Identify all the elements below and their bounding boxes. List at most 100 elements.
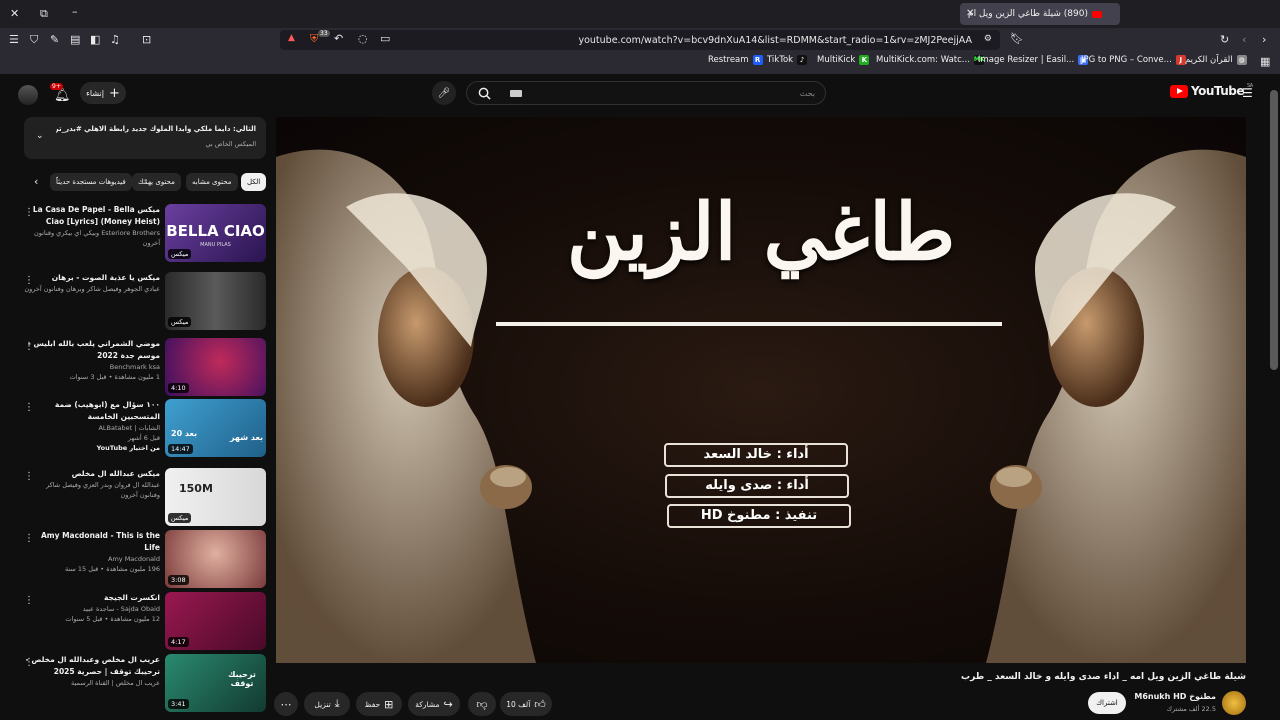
more-horizontal-icon: ⋯ (280, 697, 292, 711)
create-button[interactable]: إنشاء + (80, 82, 126, 104)
keyboard-icon[interactable] (510, 90, 522, 97)
bookmark-label: Restream (708, 55, 749, 65)
item-channel: الشابات | ALBatabet (98, 424, 160, 432)
item-title: انكسرت الجيجة (103, 593, 160, 602)
playlist-item[interactable]: ميكس ⋮ ميكس يا عذبة الصوت - برهان عبادي … (24, 272, 266, 332)
close-window-icon[interactable]: ✕ (10, 8, 19, 19)
item-channel: Benchmark ksa (109, 363, 160, 371)
youtube-play-icon (1170, 84, 1188, 98)
video-thumbnail[interactable]: بعد شهر بعد 20 14:47 (165, 399, 266, 457)
video-thumbnail[interactable]: 3:08 (165, 530, 266, 588)
warning-icon[interactable]: ▲ (288, 34, 295, 43)
youtube-favicon-icon (1092, 10, 1102, 18)
site-settings-icon[interactable]: ⚙ (984, 34, 992, 44)
bookmark-tiktok[interactable]: TikTok ♪ (767, 55, 808, 65)
search-placeholder: بحث (799, 88, 815, 98)
bookmark-image-resizer[interactable]: Image Resizer | Easil... ▣ (978, 55, 1089, 65)
forward-icon[interactable]: › (1262, 34, 1266, 45)
chips-left-arrow-icon[interactable]: ‹ (34, 175, 38, 188)
bookmark-label: القرآن الكريم (1185, 55, 1233, 65)
credit-box: أداء : صدى وايله (665, 474, 849, 498)
close-tab-icon[interactable]: ✕ (966, 8, 974, 19)
share-label: مشاركة (415, 699, 440, 709)
playlist-item[interactable]: 150M ميكس ⋮ ميكس عبدالله ال مخلص عبدالله… (24, 468, 266, 528)
menu-icon[interactable]: ☰ (9, 34, 19, 45)
playlist-item[interactable]: BELLA CIAO MANU PILAS ميكس ⋮ ميكس La Cas… (24, 204, 266, 264)
chevron-down-icon[interactable]: ⌄ (36, 131, 44, 141)
pen-icon[interactable]: ✎ (50, 34, 59, 45)
bookmark-restream[interactable]: Restream R (708, 55, 763, 65)
save-label: حفظ (364, 699, 381, 709)
video-thumbnail[interactable]: 4:17 (165, 592, 266, 650)
youtube-logo[interactable]: YouTube SA (1170, 83, 1253, 98)
download-icon: ⤓ (334, 697, 340, 710)
undo-icon[interactable]: ↶ (334, 33, 343, 44)
bookmark-label: MultiKick.com: Watc... (876, 55, 970, 65)
item-channel: Amy Macdonald (108, 555, 160, 563)
item-channel: Sajda Obaid - ساجدة عبيد (82, 605, 160, 613)
playlist-item[interactable]: 4:17 ⋮ انكسرت الجيجة Sajda Obaid - ساجدة… (24, 592, 266, 652)
subscriber-count: 22.5 ألف مشترك (1166, 705, 1216, 713)
video-thumbnail[interactable]: BELLA CIAO MANU PILAS ميكس (165, 204, 266, 262)
shield-icon[interactable]: ⛉ (30, 34, 38, 45)
item-channel: عريب ال مخلص | القناة الرسمية (71, 679, 160, 687)
video-thumbnail[interactable]: ترحيبك توقف 3:41 (165, 654, 266, 712)
hamburger-menu-icon[interactable]: ☰ (1242, 86, 1253, 100)
video-thumbnail[interactable]: ميكس (165, 272, 266, 330)
bookmark-label: JPG to PNG – Conve... (1081, 55, 1172, 65)
chip-all[interactable]: الكل (241, 173, 267, 191)
like-button[interactable]: 10 آلف 👍︎ (500, 692, 552, 716)
reload-icon[interactable]: ↻ (1220, 34, 1229, 45)
chip-for-you[interactable]: محتوى يهمّك (132, 173, 181, 191)
avatar[interactable] (18, 85, 38, 105)
dislike-button[interactable]: 👎︎ (468, 692, 496, 716)
channel-avatar[interactable] (1222, 691, 1246, 715)
video-thumbnail[interactable]: 150M ميكس (165, 468, 266, 526)
thumb-caption: ترحيبك توقف (228, 670, 256, 688)
minimize-window-icon[interactable]: – (72, 6, 78, 17)
brave-shield-icon[interactable]: ⛨ (310, 33, 318, 44)
voice-search-button[interactable]: 🎤︎ (432, 81, 456, 105)
cast-icon[interactable]: ▭ (380, 33, 390, 44)
playlist-item[interactable]: 3:08 ⋮ Amy Macdonald - This is the Life … (24, 530, 266, 590)
playlist-item[interactable]: بعد شهر بعد 20 14:47 ⋮ ١٠٠ سؤال مع (ابوه… (24, 399, 266, 463)
chip-new-videos[interactable]: فيديوهات مستجدة حديثاً (50, 173, 132, 191)
playlist-item[interactable]: ترحيبك توقف 3:41 ⋮ عريب ال مخلص وعبدالله… (24, 654, 266, 714)
credit-box: تنفيذ : مطنوخ HD (667, 504, 851, 528)
url-text: youtube.com/watch?v=bcv9dnXuA14&list=RDM… (578, 34, 972, 46)
bookmark-multikick[interactable]: MultiKick K (817, 55, 870, 65)
bookmark-multikick-watch[interactable]: MultiKick.com: Watc... MK (876, 55, 985, 65)
subscribe-button[interactable]: اشتراك (1088, 692, 1126, 714)
share-button[interactable]: مشاركة ↪ (408, 692, 460, 716)
other-bookmarks-icon[interactable]: ▦ (1260, 56, 1270, 67)
save-button[interactable]: حفظ ⊞ (356, 692, 402, 716)
plus-icon: + (108, 85, 120, 101)
playlist-item[interactable]: 4:10 ⋮ موضي الشمراني يلعب بالله ابليس - … (24, 338, 266, 398)
page-scrollbar[interactable] (1270, 90, 1278, 370)
active-tab[interactable]: (890) شيلة طاغي الزين ويل ام ✕ (960, 3, 1120, 25)
download-button[interactable]: تنزيل ⤓ (304, 692, 350, 716)
playlist-header[interactable]: ⌄ التالي: دايما ملكي وابدا الملوك جديد ر… (24, 117, 266, 159)
bookmark-icon[interactable]: 🔖︎ (1010, 33, 1024, 44)
window-icon[interactable]: ▤ (70, 34, 80, 45)
notifications-button[interactable]: 🔔︎ 9+ (50, 83, 74, 104)
sidebar-icon[interactable]: ◧ (90, 34, 100, 45)
restore-window-icon[interactable]: ⧉ (40, 8, 48, 19)
video-title-art: طاغي الزين (566, 187, 956, 278)
duration-badge: 3:08 (168, 575, 189, 585)
chat-icon[interactable]: ◌ (358, 33, 368, 44)
bookmark-quran[interactable]: القرآن الكريم ◍ (1185, 55, 1247, 65)
search-button[interactable] (470, 84, 498, 102)
chip-related[interactable]: محتوى مشابه (186, 173, 238, 191)
back-icon[interactable]: ‹ (1242, 34, 1246, 45)
video-player[interactable]: طاغي الزين أداء : خالد السعد أداء : صدى … (276, 117, 1246, 663)
more-actions-button[interactable]: ⋯ (274, 692, 298, 716)
channel-name[interactable]: مطنوخ M6nukh HD (1134, 692, 1216, 701)
bookmark-jpg-to-png[interactable]: JPG to PNG – Conve... J (1081, 55, 1186, 65)
multikick-icon: K (859, 55, 870, 65)
video-thumbnail[interactable]: 4:10 (165, 338, 266, 396)
screenshot-icon[interactable]: ⊡ (142, 34, 151, 45)
music-icon[interactable]: ♫ (110, 34, 120, 45)
duration-badge: 4:10 (168, 383, 189, 393)
logo-text: YouTube (1191, 84, 1245, 98)
